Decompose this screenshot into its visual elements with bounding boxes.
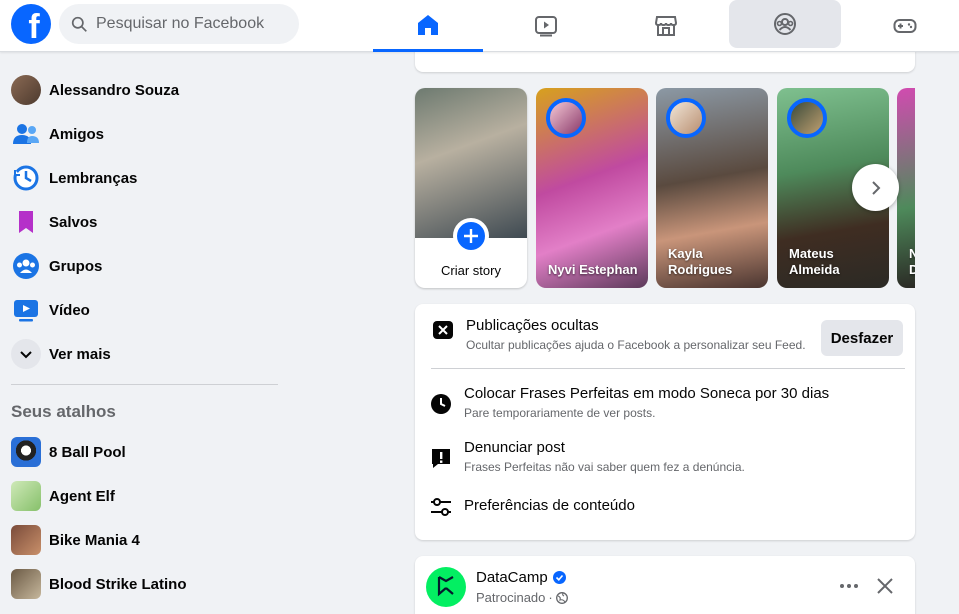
- gaming-icon: [893, 19, 917, 33]
- sidebar-item-see-more[interactable]: Ver mais: [8, 332, 278, 376]
- avatar: [11, 75, 41, 105]
- story-name: Kayla Rodrigues: [668, 246, 733, 277]
- shortcut-bike-mania-icon: [11, 525, 41, 555]
- chevron-down-icon: [11, 339, 41, 369]
- shortcut-8-ball-pool-icon: [11, 437, 41, 467]
- tab-home[interactable]: [373, 0, 483, 52]
- story-avatar: [787, 98, 827, 138]
- hidden-post-subtitle: Ocultar publicações ajuda o Facebook a p…: [466, 338, 806, 352]
- datacamp-logo-mark: [437, 576, 454, 597]
- tab-marketplace[interactable]: [611, 0, 721, 52]
- preferences-option[interactable]: Preferências de conteúdo: [430, 497, 900, 521]
- report-icon: [430, 447, 452, 474]
- hidden-post-text: Publicações ocultas Ocultar publicações …: [466, 317, 806, 352]
- tab-video[interactable]: [491, 0, 601, 52]
- top-navigation-bar: f: [0, 0, 959, 52]
- video-icon: [535, 16, 557, 37]
- chevron-right-icon: [871, 180, 880, 195]
- tab-groups[interactable]: [729, 0, 841, 48]
- globe-icon: [555, 591, 568, 604]
- shortcut-item-bike-mania-4[interactable]: Bike Mania 4: [8, 518, 278, 562]
- datacamp-logo[interactable]: [426, 567, 466, 607]
- left-sidebar: Alessandro Souza Amigos Lembranças Salvo…: [0, 52, 290, 614]
- story-name: Nyvi Estephan: [548, 262, 638, 277]
- hidden-post-title: Publicações ocultas: [466, 317, 599, 334]
- facebook-logo[interactable]: f: [11, 4, 51, 44]
- facebook-logo-letter: f: [28, 8, 40, 44]
- preferences-icon: [430, 498, 452, 521]
- sidebar-item-friends[interactable]: Amigos: [8, 112, 278, 156]
- sponsored-meta: Patrocinado ·: [476, 590, 568, 605]
- option-subtitle: Frases Perfeitas não vai saber quem fez …: [464, 460, 745, 474]
- search-input[interactable]: [96, 15, 286, 33]
- story-avatar: [666, 98, 706, 138]
- shortcut-item-blood-strike[interactable]: Blood Strike Latino: [8, 562, 278, 606]
- story-name: N D: [909, 246, 915, 277]
- report-option[interactable]: Denunciar post Frases Perfeitas não vai …: [430, 439, 900, 474]
- sidebar-item-label: Vídeo: [49, 301, 90, 319]
- sidebar-item-groups[interactable]: Grupos: [8, 244, 278, 288]
- sidebar-item-label: Lembranças: [49, 169, 138, 187]
- create-story-card[interactable]: Criar story: [415, 88, 527, 288]
- shortcut-agent-elf-icon: [11, 481, 41, 511]
- search-icon: [71, 16, 87, 32]
- story-card[interactable]: Kayla Rodrigues: [656, 88, 768, 288]
- saved-icon: [11, 207, 41, 237]
- sidebar-item-saved[interactable]: Salvos: [8, 200, 278, 244]
- shortcut-label: Blood Strike Latino: [49, 575, 187, 593]
- tab-gaming[interactable]: [850, 0, 959, 52]
- marketplace-icon: [654, 16, 678, 36]
- sidebar-item-label: Salvos: [49, 213, 98, 231]
- shortcuts-title: Seus atalhos: [11, 402, 116, 421]
- shortcut-label: Agent Elf: [49, 487, 115, 505]
- sidebar-item-label: Ver mais: [49, 345, 111, 363]
- meta-separator: ·: [548, 590, 553, 605]
- option-subtitle: Pare temporariamente de ver posts.: [464, 406, 656, 420]
- story-avatar: [546, 98, 586, 138]
- sidebar-item-profile[interactable]: Alessandro Souza: [8, 68, 278, 112]
- memories-icon: [11, 163, 41, 193]
- home-icon: [418, 14, 438, 35]
- sidebar-item-label: Amigos: [49, 125, 105, 143]
- snooze-option[interactable]: Colocar Frases Perfeitas em modo Soneca …: [430, 385, 900, 420]
- sidebar-item-memories[interactable]: Lembranças: [8, 156, 278, 200]
- option-title: Colocar Frases Perfeitas em modo Soneca …: [464, 385, 830, 402]
- close-icon[interactable]: [874, 575, 896, 597]
- shortcut-label: 8 Ball Pool: [49, 443, 126, 461]
- plus-icon: [464, 229, 478, 243]
- sponsored-label: Patrocinado: [476, 590, 546, 605]
- groups-icon: [11, 251, 41, 281]
- page-name[interactable]: DataCamp: [476, 569, 548, 586]
- shortcut-blood-strike-icon: [11, 569, 41, 599]
- sidebar-item-label: Grupos: [49, 257, 103, 275]
- story-card-partial[interactable]: N D: [897, 88, 915, 288]
- verified-badge-icon: [552, 571, 566, 584]
- option-title: Denunciar post: [464, 439, 565, 456]
- option-title: Preferências de conteúdo: [464, 497, 635, 514]
- sidebar-item-video[interactable]: Vídeo: [8, 288, 278, 332]
- add-story-button[interactable]: [453, 218, 489, 254]
- search-box[interactable]: [59, 4, 299, 44]
- sidebar-divider: [11, 384, 278, 385]
- shortcut-item-8-ball-pool[interactable]: 8 Ball Pool: [8, 430, 278, 474]
- shortcut-label: Bike Mania 4: [49, 531, 140, 549]
- stories-next-button[interactable]: [852, 164, 899, 211]
- sidebar-item-label: Alessandro Souza: [49, 81, 180, 99]
- more-options-icon[interactable]: [838, 576, 860, 596]
- close-square-icon: [432, 320, 454, 340]
- video-icon: [11, 295, 41, 325]
- create-story-label: Criar story: [441, 263, 501, 278]
- friends-icon: [11, 119, 41, 149]
- hidden-post-divider: [431, 368, 905, 369]
- shortcut-item-agent-elf[interactable]: Agent Elf: [8, 474, 278, 518]
- create-story-photo: [415, 88, 527, 238]
- story-card[interactable]: Nyvi Estephan: [536, 88, 648, 288]
- groups-icon: [774, 13, 796, 35]
- clock-icon: [430, 393, 452, 420]
- undo-button[interactable]: Desfazer: [821, 320, 903, 356]
- sponsored-header: DataCamp: [476, 569, 566, 586]
- story-name: Mateus Almeida: [789, 246, 840, 277]
